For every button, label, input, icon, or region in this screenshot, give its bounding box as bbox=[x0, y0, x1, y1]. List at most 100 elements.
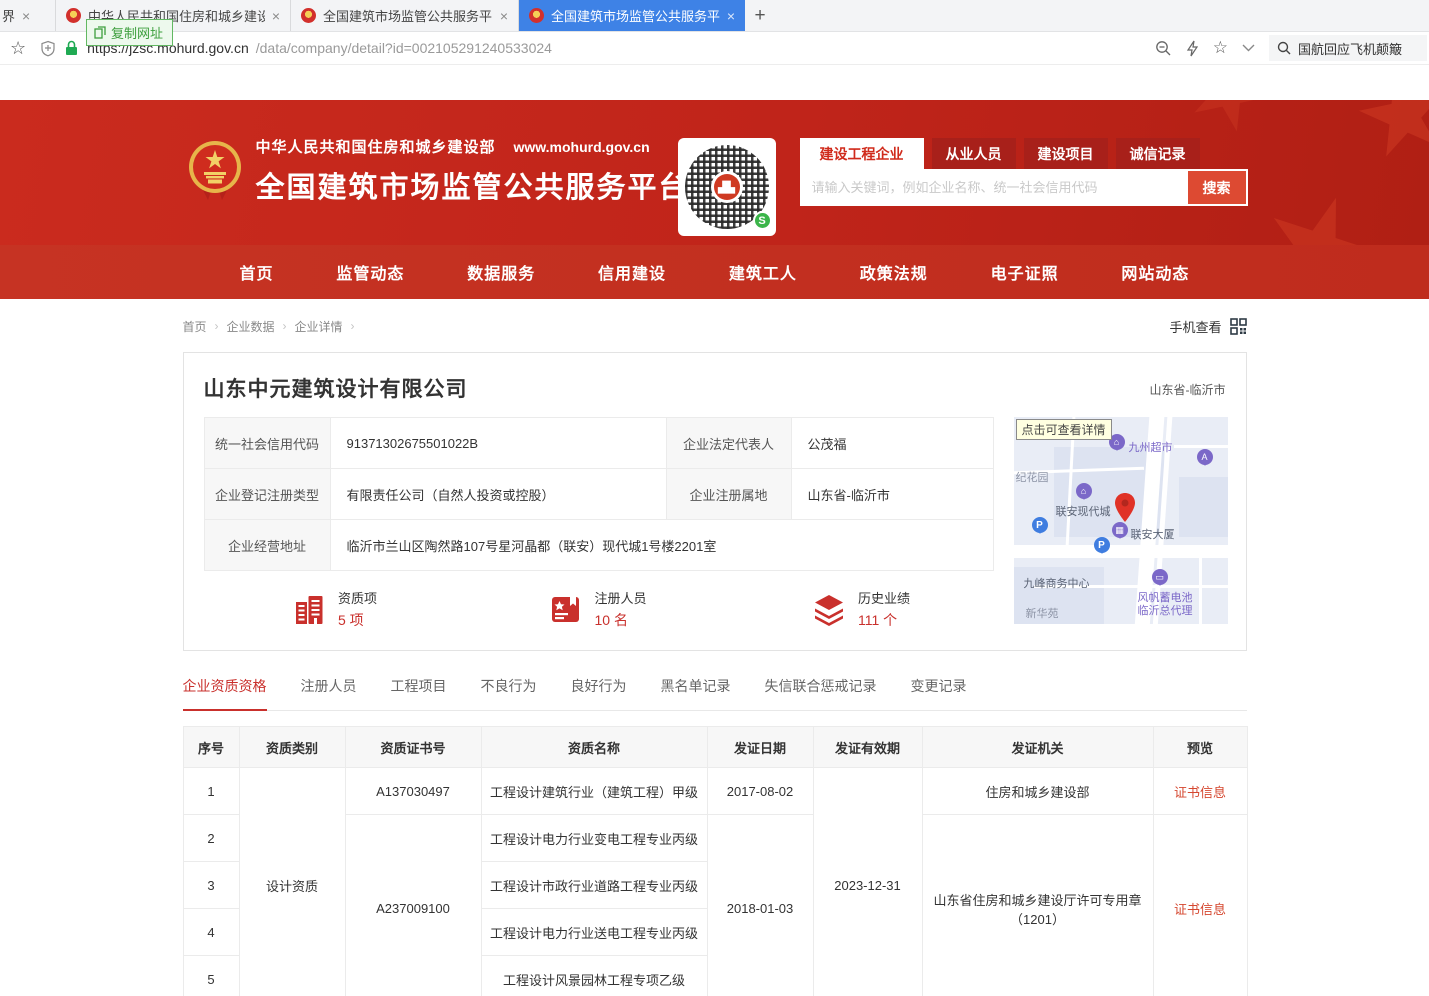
main-navigation: 首页 监管动态 数据服务 信用建设 建筑工人 政策法规 电子证照 网站动态 bbox=[0, 245, 1429, 299]
keyword-search-input[interactable] bbox=[800, 169, 1186, 206]
tab-change-records[interactable]: 变更记录 bbox=[911, 676, 967, 710]
browser-tab-active[interactable]: 全国建筑市场监管公共服务平台 × bbox=[519, 0, 745, 31]
certificate-icon bbox=[549, 593, 582, 626]
field-label: 企业登记注册类型 bbox=[204, 469, 330, 520]
decor-star-icon bbox=[1250, 181, 1389, 245]
tab-blacklist[interactable]: 黑名单记录 bbox=[661, 676, 731, 710]
field-label: 统一社会信用代码 bbox=[204, 418, 330, 469]
valid-until-cell: 2023-12-31 bbox=[813, 768, 922, 996]
issue-date-cell: 2018-01-03 bbox=[707, 815, 813, 996]
stat-label: 资质项 bbox=[338, 588, 377, 607]
stat-qualifications[interactable]: 资质项 5 项 bbox=[204, 588, 467, 630]
building-icon bbox=[293, 593, 326, 626]
shield-icon[interactable] bbox=[40, 40, 56, 57]
chevron-down-icon[interactable] bbox=[1242, 44, 1255, 52]
tab-bad-behavior[interactable]: 不良行为 bbox=[481, 676, 537, 710]
emblem-favicon bbox=[529, 8, 544, 23]
wechat-miniprogram-icon: S bbox=[753, 211, 772, 230]
platform-title: 全国建筑市场监管公共服务平台 bbox=[256, 164, 690, 206]
location-map[interactable]: 点击可查看详情 ⌂ 九州超市 A 纪花园 ⌂ 联安现代城 ▦ 联安大厦 P P … bbox=[1014, 417, 1228, 624]
close-icon[interactable]: × bbox=[22, 8, 30, 24]
qualification-name-cell: 工程设计风景园林工程专项乙级 bbox=[481, 956, 707, 996]
breadcrumb-company-detail[interactable]: 企业详情 bbox=[295, 318, 343, 335]
new-tab-button[interactable]: + bbox=[745, 0, 775, 31]
nav-item-policy[interactable]: 政策法规 bbox=[860, 260, 928, 284]
qualification-name-cell: 工程设计电力行业变电工程专业丙级 bbox=[481, 815, 707, 862]
tab-dishonesty-records[interactable]: 失信联合惩戒记录 bbox=[765, 676, 877, 710]
search-icon bbox=[1277, 41, 1291, 55]
close-icon[interactable]: × bbox=[500, 8, 508, 24]
authority-cell: 山东省住房和城乡建设厅许可专用章（1201） bbox=[922, 815, 1153, 996]
col-header-cert-no: 资质证书号 bbox=[345, 727, 481, 768]
browser-tab-3[interactable]: 全国建筑市场监管公共服务平台 × bbox=[291, 0, 519, 31]
atm-pin-icon: A bbox=[1197, 449, 1213, 465]
map-label-supermarket: 九州超市 bbox=[1129, 439, 1173, 455]
search-tab-project[interactable]: 建设项目 bbox=[1024, 138, 1108, 169]
tab-title: 界 bbox=[2, 6, 15, 25]
chevron-right-icon: › bbox=[283, 319, 287, 333]
search-tab-personnel[interactable]: 从业人员 bbox=[932, 138, 1016, 169]
close-icon[interactable]: × bbox=[272, 8, 280, 24]
nav-item-site-news[interactable]: 网站动态 bbox=[1121, 260, 1189, 284]
breadcrumb: 首页 › 企业数据 › 企业详情 › bbox=[183, 318, 355, 335]
nav-item-workers[interactable]: 建筑工人 bbox=[729, 260, 797, 284]
stat-label: 历史业绩 bbox=[858, 588, 910, 607]
chevron-right-icon: › bbox=[215, 319, 219, 333]
browser-tab-1[interactable]: 界 × bbox=[0, 0, 56, 31]
qr-code: ▟▙ S bbox=[678, 138, 776, 236]
map-label-xinhua: 新华苑 bbox=[1026, 605, 1059, 621]
site-logo[interactable]: 中华人民共和国住房和城乡建设部 www.mohurd.gov.cn 全国建筑市场… bbox=[188, 136, 690, 206]
map-label-lianan-tower: 联安大厦 bbox=[1131, 526, 1175, 542]
qualification-name-cell: 工程设计电力行业送电工程专业丙级 bbox=[481, 909, 707, 956]
secure-lock-icon[interactable] bbox=[65, 40, 78, 56]
copy-url-tooltip: 复制网址 bbox=[86, 19, 173, 46]
cert-no-cell: A137030497 bbox=[345, 768, 481, 815]
map-label-garden: 纪花园 bbox=[1016, 469, 1049, 485]
nav-item-home[interactable]: 首页 bbox=[240, 260, 274, 284]
url-field[interactable]: https://jzsc.mohurd.gov.cn/data/company/… bbox=[87, 36, 1155, 61]
stat-registered-personnel[interactable]: 注册人员 10 名 bbox=[467, 588, 730, 630]
col-header-valid-until: 发证有效期 bbox=[813, 727, 922, 768]
copy-icon bbox=[94, 26, 106, 39]
bookmark-star-icon[interactable]: ☆ bbox=[10, 38, 26, 59]
close-icon[interactable]: × bbox=[727, 8, 735, 24]
seq-cell: 1 bbox=[183, 768, 239, 815]
nav-item-data-service[interactable]: 数据服务 bbox=[467, 260, 535, 284]
nav-item-credit[interactable]: 信用建设 bbox=[598, 260, 666, 284]
breadcrumb-company-data[interactable]: 企业数据 bbox=[227, 318, 275, 335]
search-panel: 建设工程企业 从业人员 建设项目 诚信记录 搜索 bbox=[800, 138, 1248, 206]
certificate-info-link[interactable]: 证书信息 bbox=[1174, 902, 1226, 917]
legal-representative-value: 公茂福 bbox=[791, 418, 993, 469]
certificate-info-link[interactable]: 证书信息 bbox=[1174, 785, 1226, 800]
breadcrumb-home[interactable]: 首页 bbox=[183, 318, 207, 335]
tab-registered-personnel[interactable]: 注册人员 bbox=[301, 676, 357, 710]
favorite-star-icon[interactable]: ☆ bbox=[1213, 38, 1228, 58]
tab-qualifications[interactable]: 企业资质资格 bbox=[183, 676, 267, 711]
qualification-name-cell: 工程设计市政行业道路工程专业丙级 bbox=[481, 862, 707, 909]
search-tab-enterprise[interactable]: 建设工程企业 bbox=[800, 138, 924, 169]
browser-window: 界 × 中华人民共和国住房和城乡建设 × 全国建筑市场监管公共服务平台 × 全国… bbox=[0, 0, 1429, 996]
map-label-battery-2: 临沂总代理 bbox=[1138, 602, 1193, 618]
search-button[interactable]: 搜索 bbox=[1186, 169, 1248, 206]
parking-icon: P bbox=[1032, 517, 1048, 533]
col-header-category: 资质类别 bbox=[239, 727, 345, 768]
site-header: 中华人民共和国住房和城乡建设部 www.mohurd.gov.cn 全国建筑市场… bbox=[0, 100, 1429, 245]
field-label: 企业经营地址 bbox=[204, 520, 330, 571]
stat-historical-performance[interactable]: 历史业绩 111 个 bbox=[730, 588, 993, 630]
lightning-icon[interactable] bbox=[1186, 40, 1199, 57]
map-pin-icon: ⌂ bbox=[1076, 483, 1092, 499]
tab-projects[interactable]: 工程项目 bbox=[391, 676, 447, 710]
stat-label: 注册人员 bbox=[594, 588, 646, 607]
stat-value: 5 项 bbox=[338, 610, 377, 630]
nav-item-supervision[interactable]: 监管动态 bbox=[336, 260, 404, 284]
business-address-value: 临沂市兰山区陶然路107号星河晶都（联安）现代城1号楼2201室 bbox=[330, 520, 993, 571]
tab-good-behavior[interactable]: 良好行为 bbox=[571, 676, 627, 710]
mobile-view-link[interactable]: 手机查看 bbox=[1169, 317, 1246, 336]
map-road bbox=[1014, 545, 1228, 558]
nav-item-e-license[interactable]: 电子证照 bbox=[991, 260, 1059, 284]
location-marker-icon bbox=[1114, 493, 1136, 523]
zoom-out-icon[interactable] bbox=[1155, 40, 1172, 57]
qr-pattern: ▟▙ S bbox=[685, 145, 769, 229]
quick-search-box[interactable]: 国航回应飞机颠簸 bbox=[1269, 35, 1427, 61]
search-tab-credit[interactable]: 诚信记录 bbox=[1116, 138, 1200, 169]
